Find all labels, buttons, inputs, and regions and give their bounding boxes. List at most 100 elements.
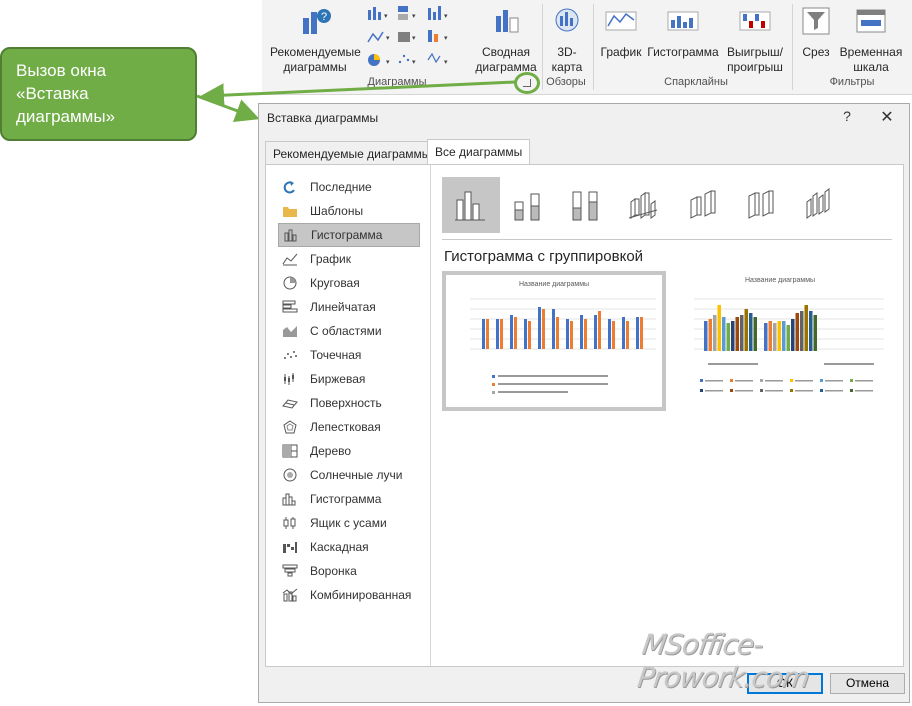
- chart-type-item[interactable]: Точечная: [278, 343, 420, 367]
- close-button[interactable]: ✕: [877, 107, 897, 127]
- subtype-3d-clustered-column[interactable]: [616, 177, 674, 233]
- combo-chart-icon: [282, 588, 298, 602]
- area-chart-icon: [282, 324, 298, 338]
- chart-type-item[interactable]: Линейчатая: [278, 295, 420, 319]
- preview-bar: [524, 319, 527, 349]
- pie-chart-icon: [282, 276, 298, 290]
- chart-type-label: С областями: [310, 324, 382, 338]
- charts-dialog-launcher-icon[interactable]: [514, 72, 540, 94]
- chart-type-item[interactable]: Комбинированная: [278, 583, 420, 607]
- preview-legend-marker: [820, 389, 823, 392]
- chart-type-item[interactable]: Ящик с усами: [278, 511, 420, 535]
- preview-bar: [612, 321, 615, 349]
- timeline-icon: [856, 9, 886, 33]
- waterfall-chart-icon: [282, 540, 298, 554]
- svg-text:▾: ▾: [444, 13, 448, 20]
- preview-legend-marker: [790, 379, 793, 382]
- preview-bar: [777, 321, 781, 351]
- svg-text:▾: ▾: [444, 35, 448, 42]
- preview-bar: [744, 309, 748, 351]
- 3d-stacked-column-icon: [690, 190, 716, 219]
- chart-type-item[interactable]: Лепестковая: [278, 415, 420, 439]
- chart-type-item[interactable]: Шаблоны: [278, 199, 420, 223]
- sparkline-line-button[interactable]: График: [598, 4, 644, 60]
- pivot-chart-icon: [496, 10, 519, 33]
- preview-bar: [482, 319, 485, 349]
- map-3d-label: 3D-карта: [551, 45, 583, 74]
- timeline-button[interactable]: Временная шкала: [836, 4, 906, 75]
- subtype-3d-100-stacked-column[interactable]: [732, 177, 790, 233]
- preview-legend-text: [825, 390, 843, 392]
- chart-type-label: Гистограмма: [310, 492, 382, 506]
- preview-legend-marker: [760, 379, 763, 382]
- box-whisker-chart-icon: [282, 516, 298, 530]
- svg-text:▾: ▾: [412, 35, 416, 42]
- histogram-chart-icon: [282, 492, 298, 506]
- chart-gallery-icons[interactable]: ▾ ▾ ▾ ▾ ▾ ▾ ▾ ▾ ▾: [366, 4, 466, 68]
- preview-bar: [795, 313, 799, 351]
- preview-legend-marker: [700, 389, 703, 392]
- chart-type-item[interactable]: Гистограмма: [278, 487, 420, 511]
- chart-type-item[interactable]: Гистограмма: [278, 223, 420, 247]
- radar-chart-icon: [282, 420, 298, 434]
- slicer-button[interactable]: Срез: [796, 4, 836, 60]
- chart-preview-1[interactable]: Название диаграммы: [442, 271, 666, 411]
- preview-bar: [813, 315, 817, 351]
- chart-type-item[interactable]: График: [278, 247, 420, 271]
- subtype-3d-stacked-column[interactable]: [674, 177, 732, 233]
- subtype-100-stacked-column[interactable]: [558, 177, 616, 233]
- sparkline-column-button[interactable]: Гистограмма: [644, 4, 722, 60]
- stacked-column-icon: [514, 193, 540, 221]
- sparkline-winloss-icon: [739, 11, 771, 31]
- chart-type-label: Последние: [310, 180, 372, 194]
- chart-type-item[interactable]: Последние: [278, 175, 420, 199]
- svg-text:▾: ▾: [444, 59, 448, 66]
- help-button[interactable]: ?: [837, 108, 857, 124]
- chart-type-item[interactable]: Дерево: [278, 439, 420, 463]
- preview-legend-text: [705, 380, 723, 382]
- preview-bar: [764, 323, 768, 351]
- subtype-stacked-column[interactable]: [500, 177, 558, 233]
- chart-type-label: Точечная: [310, 348, 362, 362]
- preview-legend-marker: [850, 379, 853, 382]
- preview-legend-text: [735, 390, 753, 392]
- sparkline-winloss-button[interactable]: Выигрыш/ проигрыш: [722, 4, 788, 75]
- 3d-percent-stacked-column-icon: [748, 190, 774, 219]
- subtype-3d-column[interactable]: [790, 177, 848, 233]
- svg-text:▾: ▾: [384, 13, 388, 20]
- timeline-label: Временная шкала: [839, 45, 903, 74]
- group-charts-label: Диаграммы: [367, 76, 427, 88]
- preview-bar: [786, 325, 790, 351]
- chart-preview-2[interactable]: Название диаграммы: [670, 271, 890, 411]
- chart-type-item[interactable]: Каскадная: [278, 535, 420, 559]
- preview-bar: [566, 319, 569, 349]
- chart-type-item[interactable]: Солнечные лучи: [278, 463, 420, 487]
- chart-type-item[interactable]: С областями: [278, 319, 420, 343]
- chart-type-item[interactable]: Воронка: [278, 559, 420, 583]
- subtype-title: Гистограмма с группировкой: [444, 248, 644, 265]
- group-sparklines-label: Спарклайны: [664, 76, 728, 88]
- recommended-charts-button[interactable]: ? Рекомендуемые диаграммы: [270, 4, 362, 75]
- preview-bar: [538, 307, 541, 349]
- preview-bar: [740, 315, 744, 351]
- subtype-clustered-column[interactable]: [442, 177, 500, 233]
- chart-type-item[interactable]: Биржевая: [278, 367, 420, 391]
- preview-bar: [726, 323, 730, 351]
- pivot-chart-button[interactable]: Сводная диаграмма: [470, 4, 544, 75]
- chart-type-item[interactable]: Поверхность: [278, 391, 420, 415]
- chart-type-label: Поверхность: [310, 396, 382, 410]
- tab-all-charts[interactable]: Все диаграммы: [427, 139, 531, 166]
- sparkline-column-label: Гистограмма: [647, 45, 719, 59]
- svg-text:▾: ▾: [386, 35, 390, 42]
- tab-recommended-charts[interactable]: Рекомендуемые диаграммы: [265, 141, 439, 165]
- chart-type-item[interactable]: Круговая: [278, 271, 420, 295]
- map-3d-button[interactable]: 3D-карта: [545, 4, 589, 75]
- globe-icon: [555, 8, 579, 32]
- group-filters-label: Фильтры: [829, 76, 875, 88]
- callout-box: Вызов окна «Вставка диаграммы»: [0, 47, 197, 141]
- chart-type-label: Линейчатая: [310, 300, 376, 314]
- preview-legend-text: [795, 380, 813, 382]
- svg-text:?: ?: [321, 11, 327, 23]
- preview-legend-text: [765, 380, 783, 382]
- chart-type-label: Солнечные лучи: [310, 468, 403, 482]
